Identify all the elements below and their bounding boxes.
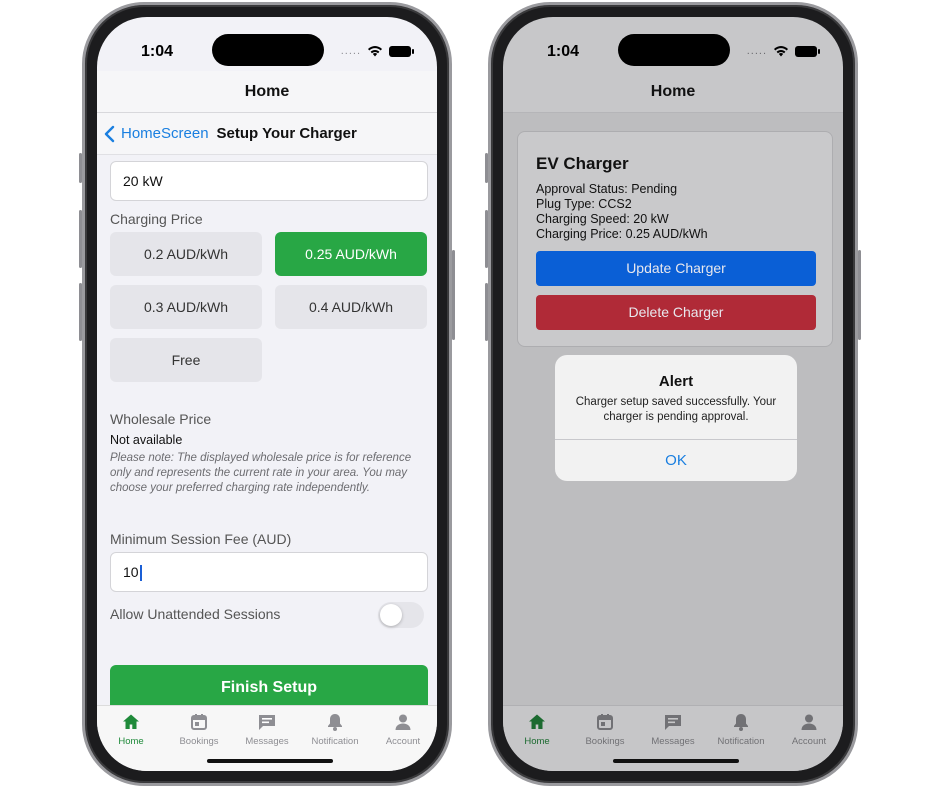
- tab-label-messages: Messages: [245, 736, 289, 747]
- bell-icon: [328, 714, 342, 731]
- volume-down-button: [79, 283, 82, 341]
- charger-card: EV Charger Approval Status: Pending Plug…: [517, 131, 833, 347]
- person-icon: [801, 714, 817, 730]
- alert-dialog: Alert Charger setup saved successfully. …: [555, 355, 797, 481]
- tab-label-notification: Notification: [717, 736, 765, 747]
- charger-card-title: EV Charger: [536, 154, 629, 173]
- alert-title: Alert: [658, 373, 694, 390]
- message-icon: [665, 715, 681, 730]
- dynamic-island: [212, 34, 324, 66]
- volume-up-button: [485, 210, 488, 268]
- tab-account[interactable]: Account: [775, 712, 843, 771]
- status-time: 1:04: [141, 43, 174, 60]
- signal-dots-icon: .....: [340, 45, 361, 57]
- tab-label-account: Account: [385, 736, 421, 747]
- mute-switch: [485, 153, 488, 183]
- tab-account[interactable]: Account: [369, 712, 437, 771]
- wifi-icon: [774, 46, 788, 57]
- calendar-icon: [191, 714, 207, 730]
- power-button: [858, 250, 861, 340]
- charging-price-label: Charging Price: [110, 211, 203, 227]
- power-button: [452, 250, 455, 340]
- right-screen: 1:04 ..... Home EV Charger Approval Stat…: [503, 17, 843, 771]
- person-icon: [395, 714, 411, 730]
- plug-type: Plug Type: CCS2: [536, 197, 632, 211]
- calendar-icon: [597, 714, 613, 730]
- right-phone: 1:04 ..... Home EV Charger Approval Stat…: [485, 2, 861, 786]
- battery-icon: [795, 45, 820, 57]
- tab-label-bookings: Bookings: [585, 736, 625, 747]
- unattended-sessions-toggle[interactable]: [378, 602, 424, 628]
- min-session-fee-label: Minimum Session Fee (AUD): [110, 531, 292, 547]
- tab-label-bookings: Bookings: [179, 736, 219, 747]
- alert-ok-button[interactable]: OK: [555, 440, 797, 481]
- delete-charger-button[interactable]: Delete Charger: [536, 295, 816, 330]
- price-option-0-2[interactable]: 0.2 AUD/kWh: [110, 232, 262, 276]
- home-indicator: [207, 759, 333, 763]
- tab-label-messages: Messages: [651, 736, 695, 747]
- status-time: 1:04: [547, 43, 580, 60]
- home-icon: [123, 714, 139, 729]
- unattended-sessions-label: Allow Unattended Sessions: [110, 606, 281, 622]
- wifi-icon: [368, 46, 382, 57]
- min-session-fee-input[interactable]: 10: [110, 552, 428, 592]
- price-option-0-3[interactable]: 0.3 AUD/kWh: [110, 285, 262, 329]
- bell-icon: [734, 714, 748, 731]
- nav-title: Home: [97, 71, 437, 113]
- text-caret: [139, 565, 142, 582]
- sub-navigation-bar: HomeScreen Setup Your Charger: [97, 113, 437, 155]
- charging-speed: Charging Speed: 20 kW: [536, 212, 669, 226]
- tab-home[interactable]: Home: [503, 712, 571, 771]
- wholesale-price-label: Wholesale Price: [110, 411, 212, 427]
- tab-label-home: Home: [524, 736, 550, 747]
- tab-label-account: Account: [791, 736, 827, 747]
- battery-icon: [389, 45, 414, 57]
- min-session-fee-value: 10: [123, 564, 139, 580]
- charging-price: Charging Price: 0.25 AUD/kWh: [536, 227, 708, 241]
- home-indicator: [613, 759, 739, 763]
- price-option-0-25[interactable]: 0.25 AUD/kWh: [275, 232, 427, 276]
- tab-home[interactable]: Home: [97, 712, 165, 771]
- back-button[interactable]: HomeScreen: [103, 125, 217, 143]
- dynamic-island: [618, 34, 730, 66]
- wholesale-price-value: Not available: [110, 433, 183, 447]
- left-screen: 1:04 ..... Home HomeScreen Setup Your Ch…: [97, 17, 437, 771]
- chevron-left-icon: [104, 125, 115, 142]
- alert-message: Charger setup saved successfully. Your c…: [575, 396, 777, 423]
- volume-up-button: [79, 210, 82, 268]
- left-phone: 1:04 ..... Home HomeScreen Setup Your Ch…: [79, 2, 455, 786]
- signal-dots-icon: .....: [746, 45, 767, 57]
- price-option-free[interactable]: Free: [110, 338, 262, 382]
- update-charger-button[interactable]: Update Charger: [536, 251, 816, 286]
- approval-status: Approval Status: Pending: [536, 182, 678, 196]
- charging-speed-input[interactable]: 20 kW: [110, 161, 428, 201]
- back-label: HomeScreen: [121, 125, 209, 142]
- tab-label-home: Home: [118, 736, 144, 747]
- home-icon: [529, 714, 545, 729]
- nav-title: Home: [503, 71, 843, 113]
- price-option-0-4[interactable]: 0.4 AUD/kWh: [275, 285, 427, 329]
- volume-down-button: [485, 283, 488, 341]
- tab-label-notification: Notification: [311, 736, 359, 747]
- wholesale-note: Please note: The displayed wholesale pri…: [110, 452, 412, 494]
- message-icon: [259, 715, 275, 730]
- page-title: Setup Your Charger: [216, 125, 357, 142]
- mute-switch: [79, 153, 82, 183]
